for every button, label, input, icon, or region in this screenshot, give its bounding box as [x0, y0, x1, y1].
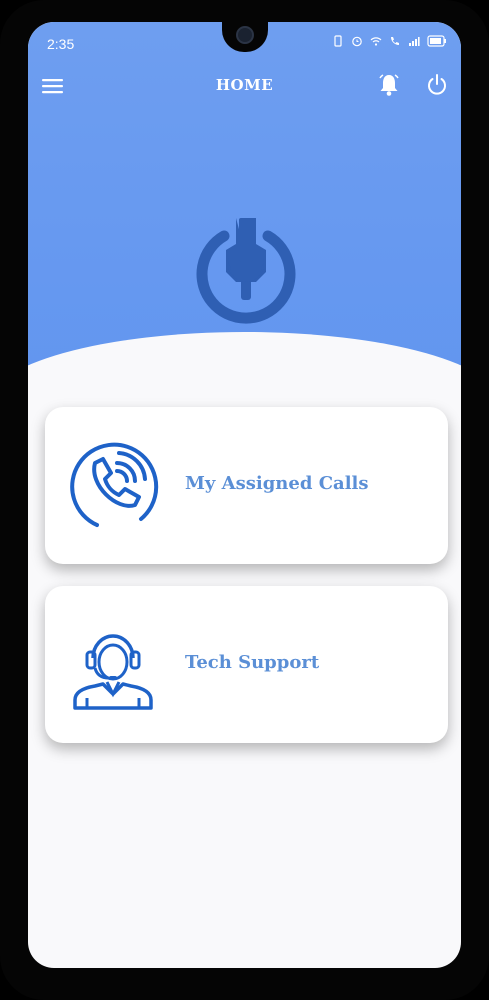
card-label: My Assigned Calls — [185, 473, 369, 494]
signal-icon — [409, 37, 420, 46]
card-label: Tech Support — [185, 652, 320, 673]
alarm-icon — [352, 36, 362, 47]
battery-icon — [427, 35, 446, 47]
status-icons — [332, 35, 447, 47]
phone-frame: 2:35 HOME My Assigned Calls Tech Support — [0, 0, 489, 1000]
app-bar: HOME — [28, 66, 461, 110]
vibrate-icon — [334, 35, 342, 47]
tech-support-card[interactable]: Tech Support — [45, 586, 448, 743]
bell-icon[interactable] — [376, 72, 402, 98]
support-agent-icon — [73, 634, 153, 710]
screen: 2:35 HOME My Assigned Calls Tech Support — [28, 22, 461, 968]
power-icon[interactable] — [424, 72, 450, 98]
front-camera — [236, 26, 254, 44]
call-status-icon — [391, 37, 399, 45]
phone-call-icon — [70, 442, 159, 527]
status-time: 2:35 — [47, 36, 75, 52]
my-assigned-calls-card[interactable]: My Assigned Calls — [45, 407, 448, 564]
wifi-icon — [370, 37, 382, 46]
power-wrench-logo-icon — [196, 218, 296, 324]
